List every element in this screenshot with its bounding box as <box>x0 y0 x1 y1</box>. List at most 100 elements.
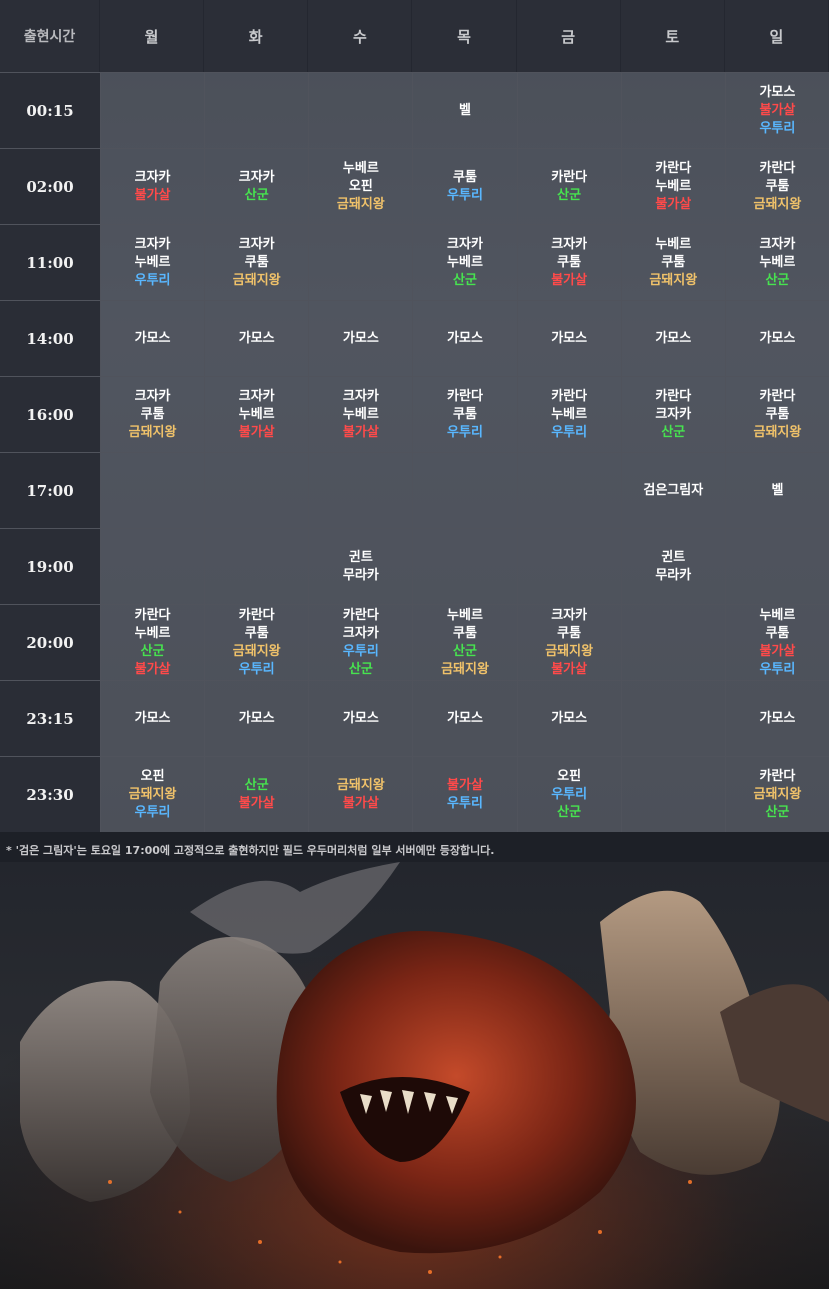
boss-name: 금돼지왕 <box>649 272 698 288</box>
boss-name: 쿠툼 <box>453 406 477 422</box>
boss-name: 무라카 <box>655 567 692 583</box>
schedule-cell: 가모스 <box>724 300 829 376</box>
boss-name: 금돼지왕 <box>232 272 281 288</box>
schedule-cell: 누베르 오핀 금돼지왕 <box>308 148 413 224</box>
time-cell: 23:30 <box>0 756 100 832</box>
boss-name: 쿠툼 <box>661 254 686 270</box>
boss-name: 크자카 <box>551 607 588 623</box>
boss-name: 우투리 <box>134 804 171 820</box>
schedule-cell: 가모스 <box>620 300 725 376</box>
header-day: 수 <box>308 0 413 72</box>
schedule-cell: 불가살우투리 <box>412 756 517 832</box>
boss-name: 쿠툼 <box>244 254 269 270</box>
boss-name: 크자카 <box>342 388 379 404</box>
schedule-cell: 가모스 <box>412 680 517 756</box>
schedule-cell <box>516 528 621 604</box>
schedule-cell: 크자카 누베르 산군 <box>412 224 517 300</box>
schedule-cell: 가모스 <box>100 300 205 376</box>
boss-name: 금돼지왕 <box>753 424 802 440</box>
time-cell: 11:00 <box>0 224 100 300</box>
boss-name: 누베르 <box>134 625 171 641</box>
boss-name: 카란다 <box>759 160 796 176</box>
schedule-cell: 카란다 누베르 불가살 <box>620 148 725 224</box>
boss-name: 우투리 <box>238 661 275 677</box>
schedule-cell: 오핀 금돼지왕 우투리 <box>100 756 205 832</box>
footnote: * '검은 그림자'는 토요일 17:00에 고정적으로 출현하지만 필드 우두… <box>6 844 495 857</box>
schedule-cell: 귄트 무라카 <box>308 528 413 604</box>
boss-name: 크자카 <box>447 236 483 252</box>
time-cell: 14:00 <box>0 300 100 376</box>
schedule-cell: 가모스 <box>412 300 517 376</box>
boss-name: 벨 <box>459 102 471 118</box>
boss-name: 카란다 <box>551 169 588 185</box>
schedule-cell: 크자카 쿠툼 불가살 <box>516 224 621 300</box>
boss-name: 쿠툼 <box>557 625 582 641</box>
boss-name: 쿠툼 <box>453 169 477 185</box>
boss-name: 카란다 <box>134 607 171 623</box>
boss-name: 크자카 <box>342 625 379 641</box>
boss-name: 가모스 <box>759 330 796 346</box>
header-day: 화 <box>204 0 309 72</box>
header-day: 월 <box>100 0 205 72</box>
schedule-cell: 카란다 쿠툼 금돼지왕 우투리 <box>204 604 309 680</box>
boss-name: 쿠툼 <box>244 625 269 641</box>
boss-name: 우투리 <box>447 795 483 811</box>
schedule-cell <box>620 680 725 756</box>
boss-name: 쿠툼 <box>765 178 790 194</box>
schedule-cell <box>100 528 205 604</box>
boss-name: 크자카 <box>134 236 171 252</box>
schedule-cell <box>724 528 829 604</box>
schedule-cell <box>204 452 309 528</box>
boss-name: 쿠툼 <box>557 254 582 270</box>
schedule-cell: 금돼지왕 불가살 <box>308 756 413 832</box>
boss-name: 오핀 <box>348 178 373 194</box>
boss-name: 불가살 <box>134 187 171 203</box>
boss-name: 카란다 <box>551 388 588 404</box>
schedule-cell <box>620 72 725 148</box>
boss-name: 불가살 <box>238 795 275 811</box>
schedule-cell: 카란다 쿠툼 우투리 <box>412 376 517 452</box>
schedule-cell <box>308 224 413 300</box>
boss-name: 금돼지왕 <box>441 661 489 677</box>
schedule-cell: 오핀 우투리 산군 <box>516 756 621 832</box>
boss-name: 크자카 <box>238 236 275 252</box>
boss-name: 무라카 <box>342 567 379 583</box>
boss-name: 누베르 <box>759 254 796 270</box>
boss-name: 가모스 <box>447 710 483 726</box>
schedule-cell <box>516 452 621 528</box>
boss-name: 누베르 <box>238 406 275 422</box>
boss-name: 누베르 <box>342 406 379 422</box>
boss-artwork <box>0 862 829 1289</box>
schedule-cell: 크자카 누베르 우투리 <box>100 224 205 300</box>
schedule-cell: 크자카 누베르 불가살 <box>204 376 309 452</box>
boss-name: 불가살 <box>134 661 171 677</box>
schedule-cell: 귄트무라카 <box>620 528 725 604</box>
boss-name: 가모스 <box>759 84 796 100</box>
boss-name: 쿠툼 <box>453 625 477 641</box>
boss-name: 쿠툼 <box>765 406 790 422</box>
boss-name: 가모스 <box>759 710 796 726</box>
boss-name: 크자카 <box>238 169 275 185</box>
boss-name: 귄트 <box>661 549 686 565</box>
boss-name: 크자카 <box>655 406 692 422</box>
schedule-cell: 카란다 금돼지왕 산군 <box>724 756 829 832</box>
time-cell: 17:00 <box>0 452 100 528</box>
schedule-cell: 벨 <box>724 452 829 528</box>
boss-name: 금돼지왕 <box>336 777 385 793</box>
boss-name: 가모스 <box>447 330 483 346</box>
schedule-cell <box>100 72 205 148</box>
schedule-cell <box>308 72 413 148</box>
boss-name: 불가살 <box>238 424 275 440</box>
boss-name: 우투리 <box>447 187 483 203</box>
boss-name: 크자카 <box>551 236 588 252</box>
time-cell: 19:00 <box>0 528 100 604</box>
time-cell: 02:00 <box>0 148 100 224</box>
boss-name: 불가살 <box>447 777 483 793</box>
boss-name: 크자카 <box>134 388 171 404</box>
schedule-cell <box>308 452 413 528</box>
schedule-cell: 카란다 산군 <box>516 148 621 224</box>
schedule-cell: 가모스 <box>308 300 413 376</box>
schedule-cell: 카란다 쿠툼 금돼지왕 <box>724 376 829 452</box>
schedule-cell <box>412 452 517 528</box>
boss-name: 누베르 <box>759 607 796 623</box>
